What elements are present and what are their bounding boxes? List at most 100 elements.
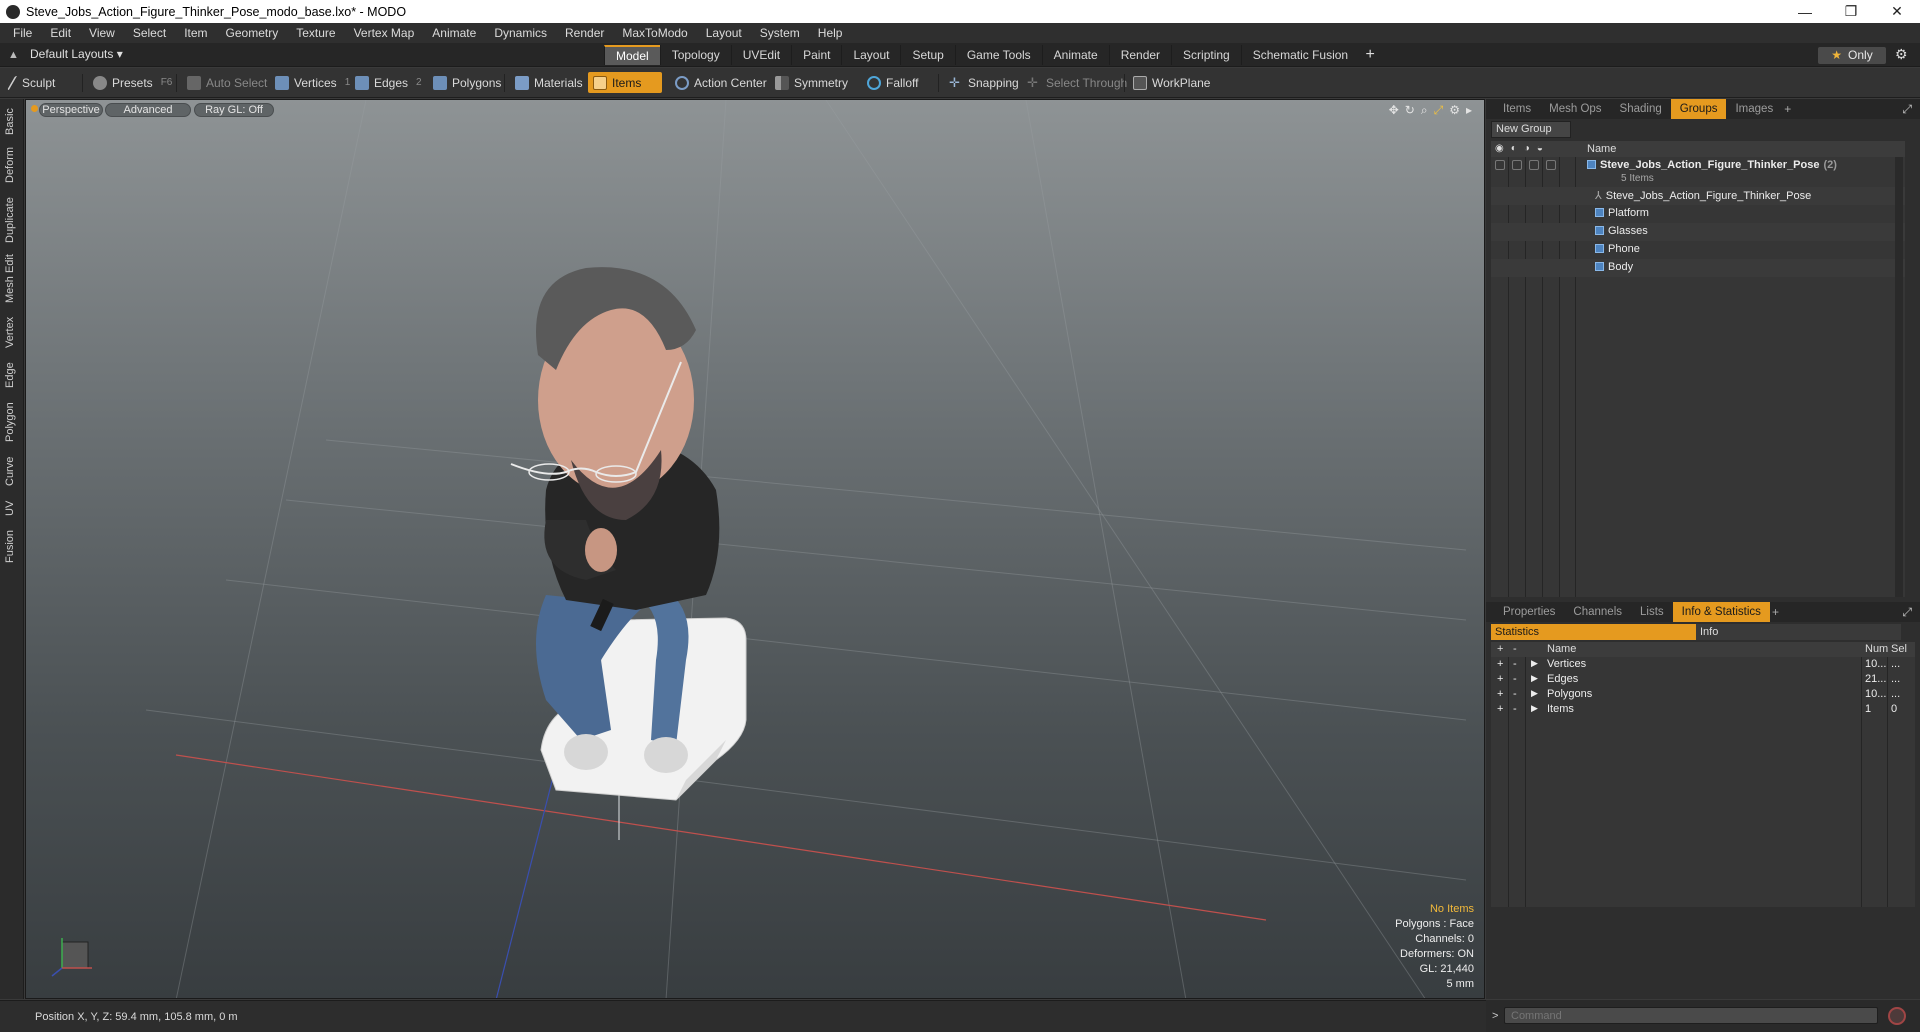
gear-icon[interactable]: ⚙ [1895,46,1908,63]
raygl-toggle-button[interactable]: Ray GL: Off [194,103,274,117]
tab-animate[interactable]: Animate [1041,45,1109,65]
table-row[interactable]: + - ▶ Vertices 10... ... [1491,657,1915,672]
expand-plus-icon[interactable]: + [1497,703,1503,715]
vtab-vertex[interactable]: Vertex [4,313,20,351]
tab-layout[interactable]: Layout [841,45,900,65]
tab-groups[interactable]: Groups [1670,99,1727,119]
vtab-edge[interactable]: Edge [4,359,20,391]
expand-panel-icon[interactable]: ⤢ [1902,605,1912,620]
tab-channels[interactable]: Channels [1564,602,1631,622]
snapping-button[interactable]: ✛ Snapping [944,72,1024,93]
select-through-button[interactable]: ✛ Select Through [1022,72,1132,93]
view-mode-perspective-button[interactable]: Perspective [39,103,103,117]
lock-icon[interactable]: ◑ [1524,143,1530,154]
vtab-curve[interactable]: Curve [4,453,20,489]
disclosure-triangle-icon[interactable]: ▶ [1531,688,1538,699]
stats-sel-header[interactable]: Sel [1891,643,1907,655]
tab-info-statistics[interactable]: Info & Statistics [1672,602,1770,622]
collapse-minus-icon[interactable]: - [1513,658,1517,670]
viewport-menu-dot-icon[interactable] [31,105,38,112]
tab-properties[interactable]: Properties [1494,602,1564,622]
only-toggle-button[interactable]: ★ Only [1818,47,1886,64]
tab-lists[interactable]: Lists [1631,602,1673,622]
workplane-button[interactable]: WorkPlane [1128,72,1215,93]
stats-num-header[interactable]: Num [1865,643,1888,655]
render-icon[interactable]: ◐ [1511,143,1517,154]
list-item[interactable]: Body [1491,259,1905,277]
visibility-eye-icon[interactable]: ◉ [1495,143,1504,154]
tab-model[interactable]: Model [604,45,660,65]
group-select-icon[interactable] [1546,160,1556,170]
tab-scripting[interactable]: Scripting [1171,45,1241,65]
groups-scrollbar[interactable] [1895,157,1903,597]
menu-layout[interactable]: Layout [697,26,751,40]
collapse-minus-icon[interactable]: - [1513,673,1517,685]
menu-file[interactable]: File [4,26,41,40]
tab-mesh-ops[interactable]: Mesh Ops [1540,99,1610,119]
tab-schematic-fusion[interactable]: Schematic Fusion [1240,45,1359,65]
auto-select-button[interactable]: Auto Select [182,72,272,93]
collapse-all-icon[interactable]: - [1513,643,1517,655]
polygons-mode-button[interactable]: Polygons [428,72,506,93]
menu-texture[interactable]: Texture [287,26,344,40]
tab-uvedit[interactable]: UVEdit [730,45,791,65]
tab-items[interactable]: Items [1494,99,1540,119]
zoom-view-icon[interactable]: ⌕ [1421,103,1428,118]
menu-edit[interactable]: Edit [41,26,80,40]
sculpt-button[interactable]: Sculpt [6,72,60,93]
tab-setup[interactable]: Setup [900,45,954,65]
menu-maxtomodo[interactable]: MaxToModo [613,26,696,40]
action-center-button[interactable]: Action Center [670,72,772,93]
viewport-expand-arrow-icon[interactable]: ▸ [1466,103,1472,118]
select-icon[interactable]: ◒ [1537,143,1543,154]
table-row[interactable]: + - ▶ Edges 21... ... [1491,672,1915,687]
close-button[interactable]: ✕ [1874,0,1920,23]
vtab-duplicate[interactable]: Duplicate [4,195,20,245]
expand-plus-icon[interactable]: + [1497,688,1503,700]
vtab-deform[interactable]: Deform [4,145,20,185]
vtab-polygon[interactable]: Polygon [4,399,20,445]
move-view-icon[interactable]: ✥ [1389,103,1399,118]
menu-help[interactable]: Help [809,26,852,40]
menu-animate[interactable]: Animate [423,26,485,40]
group-render-icon[interactable] [1512,160,1522,170]
add-tab-plus-icon[interactable]: + [1359,45,1381,65]
collapse-minus-icon[interactable]: - [1513,703,1517,715]
menu-select[interactable]: Select [124,26,175,40]
vtab-fusion[interactable]: Fusion [4,527,20,565]
tab-game-tools[interactable]: Game Tools [954,45,1042,65]
group-visibility-eye-icon[interactable] [1495,160,1505,170]
falloff-button[interactable]: Falloff [862,72,923,93]
materials-mode-button[interactable]: Materials [510,72,588,93]
menu-vertex-map[interactable]: Vertex Map [345,26,424,40]
record-macro-icon[interactable] [1888,1007,1906,1025]
list-item[interactable]: Glasses [1491,223,1905,241]
3d-viewport[interactable]: Perspective Advanced Ray GL: Off ✥ ↻ ⌕ ⤢… [25,99,1485,999]
subtab-statistics[interactable]: Statistics [1491,624,1696,640]
new-group-button[interactable]: New Group [1491,121,1571,138]
name-column-header[interactable]: Name [1587,143,1616,155]
tab-topology[interactable]: Topology [659,45,731,65]
table-row[interactable]: + - ▶ Items 1 0 [1491,702,1915,717]
items-mode-button[interactable]: Items [588,72,662,93]
collapse-minus-icon[interactable]: - [1513,688,1517,700]
menu-view[interactable]: View [80,26,124,40]
command-input[interactable] [1504,1007,1878,1024]
vertices-mode-button[interactable]: Vertices 1 [270,72,355,93]
layout-selector[interactable]: Default Layouts ▾ [30,47,123,61]
group-lock-icon[interactable] [1529,160,1539,170]
menu-system[interactable]: System [751,26,809,40]
rotate-view-icon[interactable]: ↻ [1405,103,1415,118]
menu-item[interactable]: Item [175,26,216,40]
list-item[interactable]: Platform [1491,205,1905,223]
symmetry-button[interactable]: Symmetry [770,72,853,93]
disclosure-triangle-icon[interactable]: ▶ [1531,703,1538,714]
subtab-info[interactable]: Info [1696,624,1901,640]
vtab-mesh-edit[interactable]: Mesh Edit [4,253,20,305]
vtab-basic[interactable]: Basic [4,105,20,139]
collapse-up-icon[interactable]: ▲ [8,49,20,61]
expand-plus-icon[interactable]: + [1497,658,1503,670]
table-row[interactable]: + - ▶ Polygons 10... ... [1491,687,1915,702]
maximize-button[interactable]: ❐ [1828,0,1874,23]
expand-all-icon[interactable]: + [1497,643,1503,655]
